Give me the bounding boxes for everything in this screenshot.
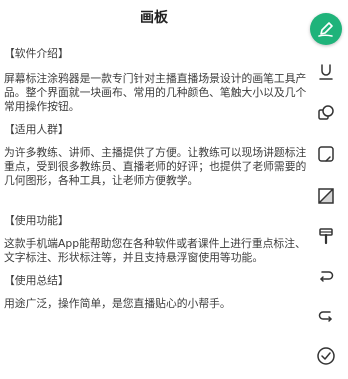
article-content: 【软件介绍】 屏幕标注涂鸦器是一款专门针对主播直播场景设计的画笔工具产品。整个界…	[4, 47, 308, 311]
undo-button[interactable]	[310, 260, 342, 292]
confirm-check-icon	[317, 347, 335, 365]
shape-tool-button[interactable]	[310, 97, 342, 129]
fill-tool-button[interactable]	[310, 220, 342, 252]
section-heading-summary: 【使用总结】	[4, 274, 69, 287]
confirm-button[interactable]	[310, 340, 342, 372]
redo-icon	[318, 311, 332, 322]
underline-tool-button[interactable]	[310, 56, 342, 88]
redo-button[interactable]	[310, 300, 342, 332]
section-heading-features: 【使用功能】	[4, 214, 69, 227]
section-body-features: 这款手机端App能帮助您在各种软件或者课件上进行重点标注、文字标注、形状标注等，…	[4, 237, 306, 264]
section-heading-intro: 【软件介绍】	[4, 47, 69, 60]
paint-roller-icon	[319, 228, 333, 245]
section-body-summary: 用途广泛，操作简单，是您直播贴心的小帮手。	[4, 297, 231, 310]
underline-icon	[319, 64, 333, 80]
section-body-intro: 屏幕标注涂鸦器是一款专门针对主播直播场景设计的画笔工具产品。整个界面就一块画布、…	[4, 72, 307, 113]
undo-icon	[320, 271, 334, 282]
eraser-icon	[318, 188, 334, 204]
pen-tool-button[interactable]	[310, 13, 342, 45]
section-heading-audience: 【适用人群】	[4, 123, 69, 136]
rectangle-tool-button[interactable]	[310, 138, 342, 170]
eraser-tool-button[interactable]	[310, 180, 342, 212]
drawing-toolbar	[302, 0, 348, 379]
shape-icon	[318, 105, 334, 120]
pen-icon	[318, 22, 333, 37]
rectangle-icon	[318, 146, 334, 162]
page-title: 画板	[140, 10, 168, 26]
section-body-audience: 为许多教练、讲师、主播提供了方便。让教练可以现场讲题标注重点，受到很多教练员、直…	[4, 146, 307, 187]
